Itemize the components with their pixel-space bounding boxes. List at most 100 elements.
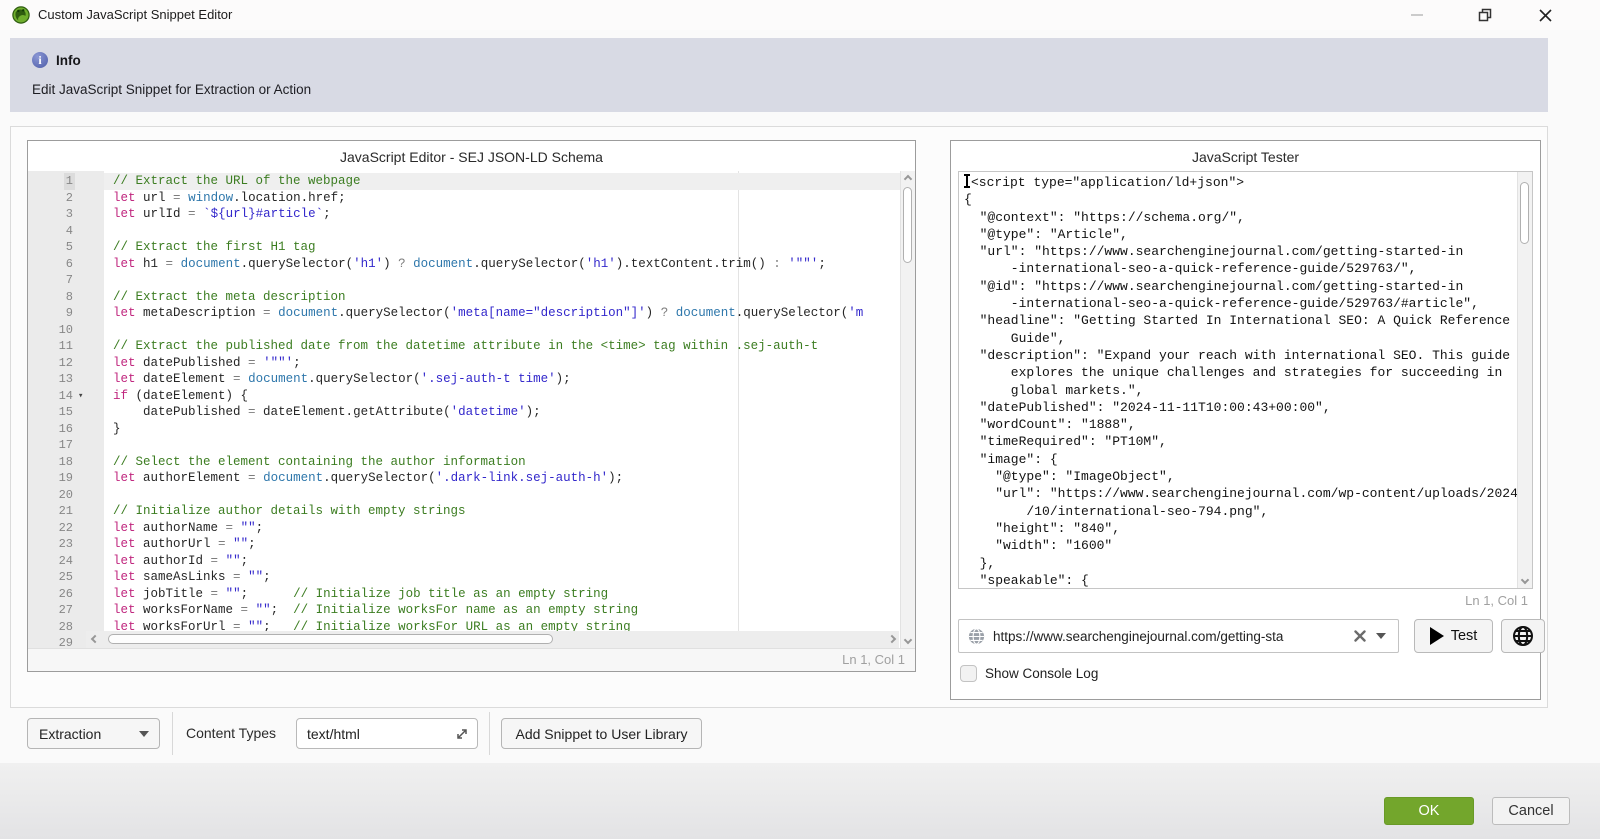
- url-history-dropdown-icon[interactable]: [1376, 633, 1386, 639]
- code-line: let worksForName = ""; // Initialize wor…: [104, 602, 900, 619]
- code-line: // Extract the URL of the webpage: [104, 173, 900, 190]
- code-line: let dateElement = document.querySelector…: [104, 371, 900, 388]
- code-line: let url = window.location.href;: [104, 190, 900, 207]
- code-line: [104, 272, 900, 289]
- tester-line: <script type="application/ld+json">: [964, 174, 1517, 191]
- info-icon: i: [32, 52, 48, 68]
- line-number: 24: [28, 553, 104, 570]
- editor-panel-title: JavaScript Editor - SEJ JSON-LD Schema: [28, 141, 915, 171]
- code-line: let metaDescription = document.querySele…: [104, 305, 900, 322]
- scroll-right-icon[interactable]: [888, 635, 896, 643]
- line-number: 10: [28, 322, 104, 339]
- line-number: 21: [28, 503, 104, 520]
- editor-hscroll-thumb[interactable]: [108, 634, 553, 644]
- open-in-browser-button[interactable]: [1501, 619, 1545, 653]
- tester-line: "image": {: [964, 451, 1517, 468]
- line-number: 7: [28, 272, 104, 289]
- info-banner: i Info Edit JavaScript Snippet for Extra…: [10, 38, 1548, 112]
- tester-vertical-scrollbar[interactable]: [1517, 172, 1532, 588]
- line-number: 5: [28, 239, 104, 256]
- content-types-input[interactable]: [307, 726, 455, 742]
- editor-code-lines: // Extract the URL of the webpagelet url…: [104, 173, 900, 648]
- editor-horizontal-scrollbar[interactable]: [86, 631, 899, 648]
- play-icon: [1430, 627, 1444, 645]
- line-number: 18: [28, 454, 104, 471]
- test-url-input[interactable]: [993, 629, 1348, 644]
- javascript-tester-panel: JavaScript Tester <script type="applicat…: [950, 140, 1541, 700]
- scroll-up-icon[interactable]: [904, 175, 912, 183]
- show-console-log-checkbox[interactable]: [960, 665, 977, 682]
- tester-line: global markets.",: [964, 382, 1517, 399]
- line-number: 9: [28, 305, 104, 322]
- code-line: datePublished = dateElement.getAttribute…: [104, 404, 900, 421]
- show-console-log-label: Show Console Log: [985, 666, 1098, 681]
- tester-url-row: Test: [958, 619, 1533, 653]
- tester-line: "@type": "Article",: [964, 226, 1517, 243]
- code-line: let urlId = `${url}#article`;: [104, 206, 900, 223]
- scroll-down-icon[interactable]: [1521, 576, 1529, 584]
- editor-body[interactable]: 1234567891011121314▾15161718192021222324…: [28, 171, 915, 649]
- line-number: 23: [28, 536, 104, 553]
- code-line: [104, 322, 900, 339]
- line-number: 12: [28, 355, 104, 372]
- tester-line: /10/international-seo-794.png",: [964, 503, 1517, 520]
- tester-vscroll-thumb[interactable]: [1520, 182, 1529, 244]
- tester-line: "width": "1600": [964, 537, 1517, 554]
- info-banner-message: Edit JavaScript Snippet for Extraction o…: [32, 82, 311, 97]
- code-line: let authorUrl = "";: [104, 536, 900, 553]
- divider: [172, 712, 173, 755]
- tester-caret-position: Ln 1, Col 1: [1465, 593, 1528, 608]
- tester-line: "wordCount": "1888",: [964, 416, 1517, 433]
- snippet-type-select[interactable]: Extraction: [27, 718, 160, 749]
- cancel-button[interactable]: Cancel: [1492, 797, 1570, 825]
- scroll-down-icon[interactable]: [904, 636, 912, 644]
- content-types-label: Content Types: [186, 725, 276, 741]
- code-line: [104, 487, 900, 504]
- clear-url-icon[interactable]: [1354, 630, 1366, 642]
- tester-panel-title: JavaScript Tester: [951, 141, 1540, 171]
- code-line: // Initialize author details with empty …: [104, 503, 900, 520]
- tester-line: "@id": "https://www.searchenginejournal.…: [964, 278, 1517, 295]
- code-line: let h1 = document.querySelector('h1') ? …: [104, 256, 900, 273]
- close-button[interactable]: [1522, 0, 1568, 30]
- editor-vscroll-thumb[interactable]: [903, 187, 912, 263]
- line-number: 27: [28, 602, 104, 619]
- ok-button[interactable]: OK: [1384, 797, 1474, 825]
- browser-globe-icon: [1512, 625, 1534, 647]
- add-snippet-to-library-button[interactable]: Add Snippet to User Library: [501, 718, 702, 749]
- test-button[interactable]: Test: [1414, 619, 1493, 653]
- editor-caret-position: Ln 1, Col 1: [28, 649, 915, 671]
- line-number: 13: [28, 371, 104, 388]
- tester-line: "speakable": {: [964, 572, 1517, 588]
- editor-gutter: 1234567891011121314▾15161718192021222324…: [28, 171, 104, 648]
- close-icon: [1539, 9, 1552, 22]
- dialog-footer: OK Cancel: [0, 763, 1600, 839]
- code-line: let authorId = "";: [104, 553, 900, 570]
- content-types-field[interactable]: [296, 718, 478, 749]
- code-line: if (dateElement) {: [104, 388, 900, 405]
- code-line: let authorElement = document.querySelect…: [104, 470, 900, 487]
- test-url-combobox[interactable]: [958, 619, 1399, 653]
- tester-line: "description": "Expand your reach with i…: [964, 347, 1517, 364]
- tester-line: Guide",: [964, 330, 1517, 347]
- tester-line: },: [964, 555, 1517, 572]
- tester-line: "url": "https://www.searchenginejournal.…: [964, 243, 1517, 260]
- line-number: 1: [28, 173, 104, 190]
- tester-line: explores the unique challenges and strat…: [964, 364, 1517, 381]
- maximize-button[interactable]: [1462, 0, 1508, 30]
- line-number: 2: [28, 190, 104, 207]
- line-number: 14▾: [28, 388, 104, 405]
- app-logo-frog-icon: [12, 6, 30, 24]
- line-number: 16: [28, 421, 104, 438]
- code-line: [104, 437, 900, 454]
- editor-vertical-scrollbar[interactable]: [900, 171, 915, 648]
- title-bar: Custom JavaScript Snippet Editor: [0, 0, 1600, 30]
- minimize-button[interactable]: [1394, 0, 1440, 30]
- scroll-left-icon[interactable]: [91, 635, 99, 643]
- editor-code-area[interactable]: // Extract the URL of the webpagelet url…: [104, 171, 900, 648]
- expand-icon[interactable]: [455, 727, 469, 741]
- fold-icon[interactable]: ▾: [78, 388, 83, 405]
- code-line: [104, 223, 900, 240]
- tester-output-area[interactable]: <script type="application/ld+json">{ "@c…: [958, 171, 1533, 589]
- code-line: // Extract the meta description: [104, 289, 900, 306]
